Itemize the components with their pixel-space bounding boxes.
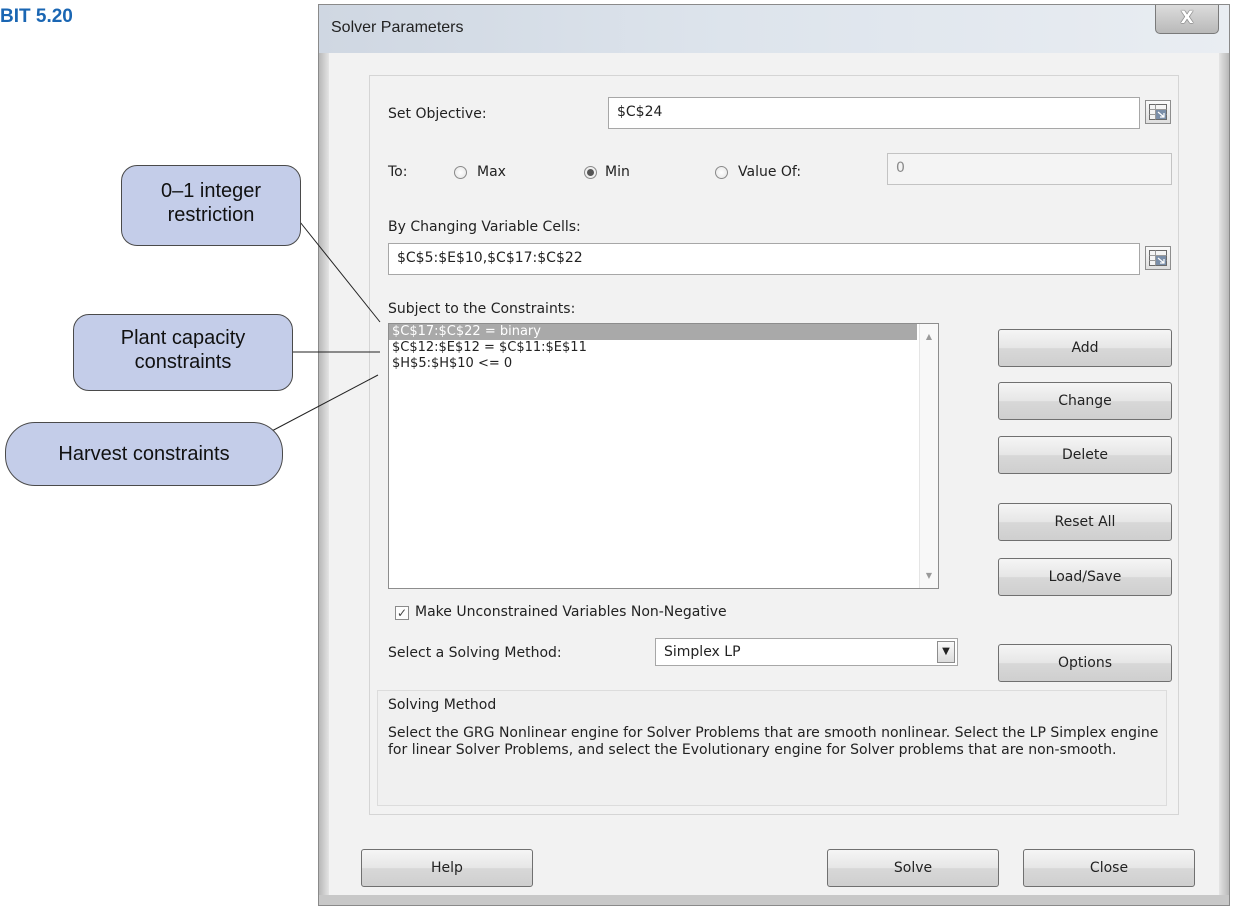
callout-line: Harvest constraints: [58, 443, 230, 465]
callout-line: 0–1 integer: [160, 180, 262, 202]
plant-capacity-callout: Plant capacity constraints: [73, 314, 293, 391]
callout-line: restriction: [167, 204, 255, 226]
callout-line: constraints: [134, 351, 232, 373]
integer-leader-line: [299, 221, 381, 323]
integer-restriction-callout: 0–1 integer restriction: [121, 165, 301, 246]
harvest-constraints-callout: Harvest constraints: [5, 422, 283, 486]
callout-line: Plant capacity: [120, 327, 246, 349]
